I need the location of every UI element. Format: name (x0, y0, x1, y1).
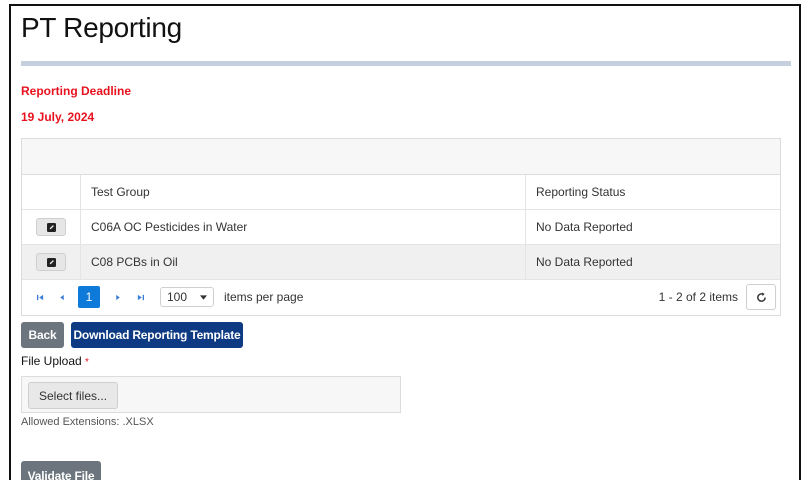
edit-icon (46, 257, 56, 267)
table-row: C06A OC Pesticides in Water No Data Repo… (22, 210, 780, 245)
test-group-cell: C06A OC Pesticides in Water (81, 210, 526, 244)
download-template-button[interactable]: Download Reporting Template (71, 322, 243, 348)
page-size-value: 100 (167, 290, 188, 304)
column-header-actions (22, 175, 81, 209)
select-files-button[interactable]: Select files... (28, 382, 119, 409)
test-group-grid: Test Group Reporting Status C06A OC Pest… (21, 138, 781, 316)
next-page-button[interactable] (108, 287, 128, 307)
allowed-extensions-hint: Allowed Extensions: .XLSX (21, 416, 154, 428)
refresh-icon (756, 291, 767, 303)
required-marker: * (85, 357, 89, 368)
reporting-status-cell: No Data Reported (536, 255, 633, 269)
deadline-date: 19 July, 2024 (21, 110, 95, 124)
refresh-button[interactable] (746, 284, 776, 310)
first-page-icon (36, 294, 44, 301)
table-row: C08 PCBs in Oil No Data Reported (22, 245, 780, 280)
row-actions-cell (22, 245, 81, 279)
page-size-label: items per page (224, 290, 304, 304)
first-page-button[interactable] (30, 287, 50, 307)
file-upload-label-text: File Upload (21, 354, 82, 368)
back-button[interactable]: Back (21, 322, 64, 348)
last-page-button[interactable] (130, 287, 150, 307)
chevron-down-icon (200, 294, 207, 300)
grid-pager: 1 100 items per page 1 - 2 of 2 items (22, 280, 780, 314)
test-group-cell: C08 PCBs in Oil (81, 245, 526, 279)
file-upload-dropzone[interactable]: Select files... (21, 376, 401, 413)
page-title: PT Reporting (21, 12, 182, 43)
title-divider (21, 61, 791, 66)
pager-info: 1 - 2 of 2 items (658, 290, 738, 304)
deadline-label: Reporting Deadline (21, 84, 132, 98)
page-number-current[interactable]: 1 (78, 286, 100, 308)
page-size-select[interactable]: 100 (160, 287, 214, 307)
next-page-icon (115, 294, 121, 301)
prev-page-button[interactable] (52, 287, 72, 307)
reporting-status-cell: No Data Reported (536, 220, 633, 234)
last-page-icon (137, 294, 144, 301)
edit-icon (46, 222, 56, 232)
edit-button[interactable] (36, 218, 66, 236)
edit-button[interactable] (36, 253, 66, 271)
column-header-reporting-status[interactable]: Reporting Status (526, 175, 780, 209)
page-frame: PT Reporting Reporting Deadline 19 July,… (9, 4, 801, 480)
grid-header: Test Group Reporting Status (22, 175, 780, 210)
grid-toolbar (22, 139, 780, 175)
file-upload-label: File Upload * (21, 354, 89, 368)
prev-page-icon (59, 294, 65, 301)
row-actions-cell (22, 210, 81, 244)
validate-file-button[interactable]: Validate File (21, 461, 101, 480)
column-header-test-group[interactable]: Test Group (81, 175, 526, 209)
